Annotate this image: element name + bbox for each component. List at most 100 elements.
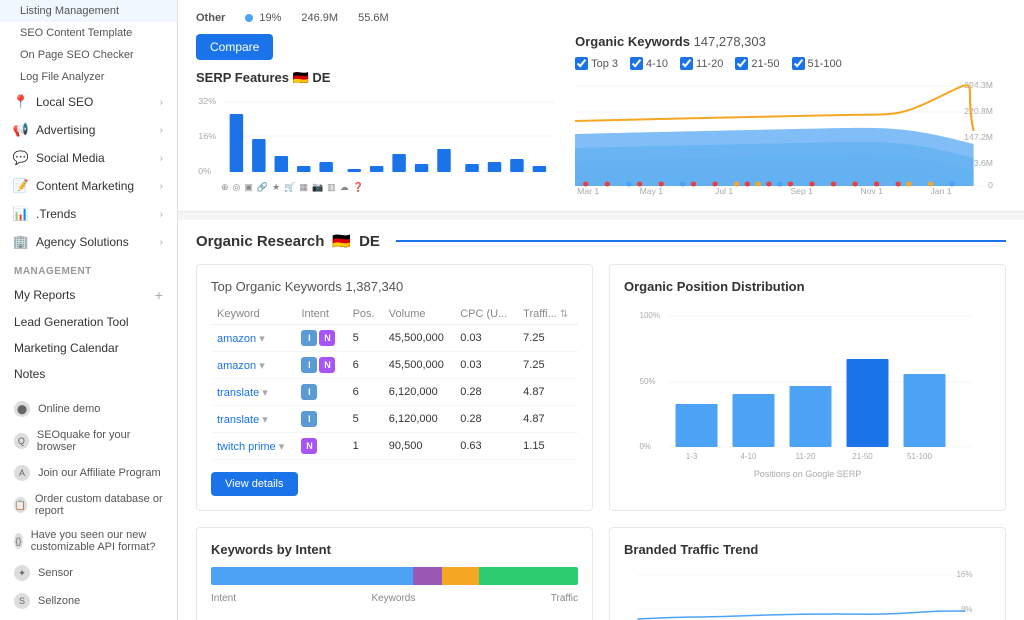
pos-cell: 6 [347, 379, 383, 406]
cpc-cell: 0.28 [454, 406, 517, 433]
chevron-right-icon: › [160, 181, 163, 192]
volume-cell: 6,120,000 [383, 379, 454, 406]
serp-content-area: Compare SERP Features 🇩🇪 DE 32% 16% 0% [196, 34, 1006, 199]
sidebar-item-listing-management[interactable]: Listing Management [0, 0, 177, 22]
sidebar-item-my-reports[interactable]: My Reports + [0, 281, 177, 309]
keyword-link[interactable]: amazon [217, 333, 256, 345]
sidebar-item-api[interactable]: {} Have you seen our new customizable AP… [0, 523, 177, 559]
filter-51to100[interactable]: 51-100 [792, 57, 842, 70]
position-distribution-card: Organic Position Distribution 100% 50% 0… [609, 264, 1006, 511]
filter-4to10[interactable]: 4-10 [630, 57, 668, 70]
sidebar-item-local-seo[interactable]: 📍 Local SEO › [0, 88, 177, 116]
sidebar-item-seoquake[interactable]: Q SEOquake for your browser [0, 423, 177, 459]
chevron-right-icon: › [160, 209, 163, 220]
traffic-cell: 4.87 [517, 379, 578, 406]
sidebar-item-sensor[interactable]: ✦ Sensor [0, 559, 177, 587]
intent-table-header: Intent Keywords Traffic [211, 593, 578, 604]
sidebar-item-marketing-calendar[interactable]: Marketing Calendar [0, 335, 177, 361]
flag-icon: 🇩🇪 [293, 70, 313, 85]
content-marketing-icon: 📝 [14, 179, 28, 193]
svg-text:8%: 8% [961, 605, 973, 614]
keyword-dropdown-icon[interactable]: ▾ [256, 360, 265, 372]
svg-text:100%: 100% [640, 311, 660, 320]
keyword-link[interactable]: translate [217, 387, 259, 399]
organic-research-grid: Top Organic Keywords 1,387,340 Keyword I… [196, 264, 1006, 620]
table-row: twitch prime ▾N190,5000.631.15 [211, 433, 578, 460]
api-icon: {} [14, 533, 23, 549]
sellzone-label: Sellzone [38, 595, 80, 607]
table-row: translate ▾I66,120,0000.284.87 [211, 379, 578, 406]
filter-11to20[interactable]: 11-20 [680, 57, 723, 70]
keyword-dropdown-icon[interactable]: ▾ [259, 387, 268, 399]
volume-cell: 6,120,000 [383, 406, 454, 433]
sidebar-item-on-page-seo[interactable]: On Page SEO Checker [0, 44, 177, 66]
keyword-link[interactable]: amazon [217, 360, 256, 372]
svg-text:Mar 1: Mar 1 [577, 186, 599, 196]
marketing-calendar-label: Marketing Calendar [14, 341, 119, 355]
keyword-link[interactable]: translate [217, 414, 259, 426]
sidebar-item-trends[interactable]: 📊 .Trends › [0, 200, 177, 228]
sidebar-item-content-marketing[interactable]: 📝 Content Marketing › [0, 172, 177, 200]
branded-traffic-title: Branded Traffic Trend [624, 542, 991, 557]
view-details-button[interactable]: View details [211, 472, 298, 496]
sidebar-item-seo-content-template[interactable]: SEO Content Template [0, 22, 177, 44]
sidebar-item-label: .Trends [36, 207, 76, 221]
cpc-cell: 0.03 [454, 352, 517, 379]
intent-seg-trans [479, 567, 578, 585]
filter-top3[interactable]: Top 3 [575, 57, 618, 70]
sidebar-item-sellzone[interactable]: S Sellzone [0, 587, 177, 615]
branded-traffic-chart: 16% 8% [624, 567, 991, 620]
svg-text:0%: 0% [640, 442, 652, 451]
intent-seg-com [442, 567, 479, 585]
seoquake-icon: Q [14, 433, 29, 449]
svg-text:May 1: May 1 [640, 186, 664, 196]
keyword-dropdown-icon[interactable]: ▾ [276, 441, 285, 453]
intent-col-intent: Intent [211, 593, 236, 604]
organic-research-section: Organic Research 🇩🇪 DE Top Organic Keywo… [178, 220, 1024, 620]
other-val1: 246.9M [301, 12, 338, 24]
sidebar-item-agency-solutions[interactable]: 🏢 Agency Solutions › [0, 228, 177, 256]
sidebar-item-lead-generation[interactable]: Lead Generation Tool [0, 309, 177, 335]
filter-21to50[interactable]: 21-50 [735, 57, 779, 70]
pos-cell: 5 [347, 325, 383, 352]
position-dist-title: Organic Position Distribution [624, 279, 991, 294]
sidebar-item-label: Content Marketing [36, 179, 134, 193]
keyword-link[interactable]: twitch prime [217, 441, 276, 453]
serp-section: Other 19% 246.9M 55.6M Compare SERP Feat… [178, 0, 1024, 212]
cpc-cell: 0.03 [454, 325, 517, 352]
intent-badge: I [301, 330, 317, 346]
keywords-by-intent-title: Keywords by Intent [211, 542, 578, 557]
sidebar-item-custom-db[interactable]: 📋 Order custom database or report [0, 487, 177, 523]
chevron-right-icon: › [160, 97, 163, 108]
compare-button[interactable]: Compare [196, 34, 273, 60]
lead-gen-label: Lead Generation Tool [14, 315, 129, 329]
table-row: amazon ▾IN545,500,0000.037.25 [211, 325, 578, 352]
sidebar-item-affiliate[interactable]: A Join our Affiliate Program [0, 459, 177, 487]
intent-badge: N [319, 357, 335, 373]
sidebar-item-label: Advertising [36, 123, 95, 137]
affiliate-label: Join our Affiliate Program [38, 467, 161, 479]
keyword-dropdown-icon[interactable]: ▾ [259, 414, 268, 426]
sidebar-item-social-media[interactable]: 💬 Social Media › [0, 144, 177, 172]
api-label: Have you seen our new customizable API f… [31, 529, 163, 553]
pos-cell: 6 [347, 352, 383, 379]
sidebar-item-notes[interactable]: Notes [0, 361, 177, 387]
my-reports-label: My Reports [14, 288, 75, 302]
organic-kw-count: 147,278,303 [694, 34, 766, 49]
sidebar-item-advertising[interactable]: 📢 Advertising › [0, 116, 177, 144]
keywords-table: Keyword Intent Pos. Volume CPC (U... Tra… [211, 304, 578, 460]
keyword-dropdown-icon[interactable]: ▾ [256, 333, 265, 345]
col-traffic: Traffi... ⇅ [517, 304, 578, 325]
sidebar-item-online-demo[interactable]: ⬤ Online demo [0, 395, 177, 423]
svg-text:147.2M: 147.2M [964, 132, 993, 142]
sellzone-icon: S [14, 593, 30, 609]
svg-text:220.8M: 220.8M [964, 106, 993, 116]
advertising-icon: 📢 [14, 123, 28, 137]
chevron-right-icon: › [160, 153, 163, 164]
sensor-label: Sensor [38, 567, 73, 579]
table-row: amazon ▾IN645,500,0000.037.25 [211, 352, 578, 379]
traffic-cell: 7.25 [517, 352, 578, 379]
cpc-cell: 0.63 [454, 433, 517, 460]
research-flag-icon: 🇩🇪 [332, 232, 351, 250]
sidebar-item-log-file[interactable]: Log File Analyzer [0, 66, 177, 88]
